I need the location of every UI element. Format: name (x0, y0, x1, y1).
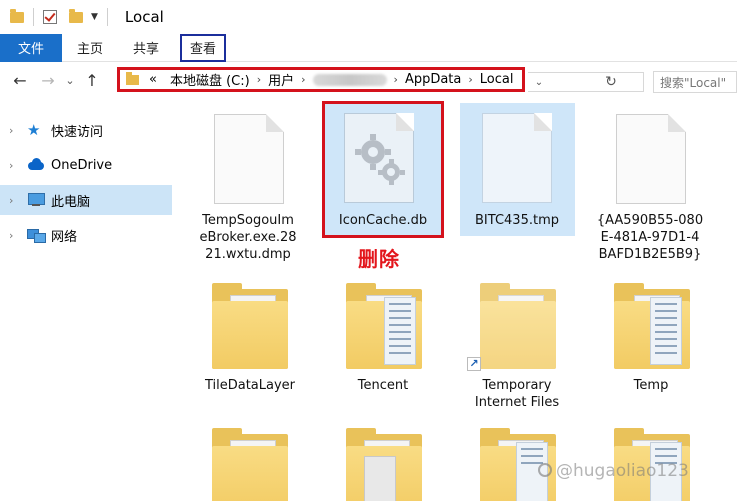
tab-share[interactable]: 共享 (118, 34, 174, 62)
ribbon-tabs: 文件 主页 共享 查看 (0, 33, 737, 62)
nav-item-label: OneDrive (51, 157, 113, 173)
tab-file[interactable]: 文件 (0, 33, 62, 62)
file-icon (482, 113, 552, 203)
gear-icon (355, 134, 405, 185)
breadcrumb-separator-icon[interactable]: › (394, 73, 398, 86)
divider (33, 8, 34, 26)
file-name-line: eBroker.exe.28 (199, 230, 297, 245)
file-icon (214, 114, 284, 204)
nav-item-quick-access[interactable]: › ★ 快速访问 (0, 115, 172, 145)
breadcrumb-appdata[interactable]: AppData (405, 72, 461, 87)
computer-icon (27, 192, 45, 208)
star-icon: ★ (27, 121, 41, 139)
window-title: Local (124, 8, 164, 26)
forward-arrow-icon[interactable]: → (34, 71, 62, 90)
file-name: IconCache.db (323, 212, 443, 229)
tab-home[interactable]: 主页 (62, 34, 118, 62)
folder-icon (126, 71, 139, 85)
address-bar[interactable]: « 本地磁盘 (C:) › 用户 › › AppData › Local (117, 67, 525, 92)
folder-name: TileDataLayer (190, 377, 310, 394)
folder-name-line: Temporary (482, 378, 552, 393)
breadcrumb-separator-icon[interactable]: › (301, 73, 305, 86)
properties-check-icon[interactable] (43, 10, 57, 24)
tab-view[interactable]: 查看 (180, 33, 226, 62)
watermark: @hugaoliao123 (538, 461, 689, 481)
breadcrumb-separator-icon[interactable]: › (257, 73, 261, 86)
file-name-line: BAFD1B2E5B9} (598, 247, 702, 262)
file-name-line: BITC435.tmp (475, 213, 559, 228)
navigation-bar: ← → ⌄ ↑ « 本地磁盘 (C:) › 用户 › › AppData › L… (0, 62, 737, 98)
expand-chevron-icon[interactable]: › (9, 229, 21, 242)
file-name-line: {AA590B55-080 (596, 213, 704, 228)
address-controls: ⌄ ↻ (528, 72, 644, 92)
breadcrumb-drive[interactable]: 本地磁盘 (C:) (170, 70, 250, 89)
quick-access-toolbar: ▼ (0, 8, 117, 26)
watermark-text: @hugaoliao123 (556, 461, 689, 481)
folder-name-line: TileDataLayer (204, 378, 296, 393)
folder-icon (480, 283, 556, 369)
folder-icon[interactable] (346, 428, 422, 501)
nav-item-label: 此电脑 (51, 194, 91, 210)
file-name: {AA590B55-080 E-481A-97D1-4 BAFD1B2E5B9} (590, 212, 710, 263)
nav-item-onedrive[interactable]: › OneDrive (0, 150, 172, 180)
folder-name: Temporary Internet Files (457, 377, 577, 411)
customize-toolbar-arrow-icon[interactable]: ▼ (91, 12, 98, 22)
file-icon (616, 114, 686, 204)
back-arrow-icon[interactable]: ← (6, 71, 34, 90)
folder-icon (614, 283, 690, 369)
address-dropdown-chevron-icon[interactable]: ⌄ (528, 77, 550, 88)
breadcrumb-local[interactable]: Local (480, 72, 514, 87)
folder-name-line: Tencent (357, 378, 409, 393)
nav-item-this-pc[interactable]: › 此电脑 (0, 185, 172, 215)
navigation-pane: › ★ 快速访问 › OneDrive › 此电脑 › 网络 (0, 98, 172, 501)
folder-icon (346, 283, 422, 369)
folder-icon[interactable] (212, 428, 288, 501)
folder-icon (212, 283, 288, 369)
network-icon (27, 227, 46, 243)
shortcut-arrow-icon: ↗ (467, 357, 481, 371)
delete-annotation: 删除 (358, 247, 400, 271)
nav-item-label: 快速访问 (51, 124, 104, 140)
file-name: TempSogouIm eBroker.exe.28 21.wxtu.dmp (188, 212, 308, 263)
file-name-line: E-481A-97D1-4 (600, 230, 700, 245)
file-name-line: TempSogouIm (202, 213, 294, 228)
breadcrumb-separator-icon[interactable]: › (468, 73, 472, 86)
title-bar: ▼ Local (0, 0, 737, 34)
search-input[interactable]: 搜索"Local" (653, 71, 737, 93)
system-file-icon (344, 113, 414, 203)
watermark-logo-icon (538, 463, 552, 477)
up-arrow-icon[interactable]: ↑ (78, 71, 106, 90)
folder-name: Temp (591, 377, 711, 394)
expand-chevron-icon[interactable]: › (9, 159, 21, 172)
folder-name: Tencent (323, 377, 443, 394)
folder-name-line: Internet Files (474, 395, 560, 410)
recent-locations-chevron-icon[interactable]: ⌄ (62, 74, 78, 87)
folder-name-line: Temp (633, 378, 669, 393)
breadcrumb-overflow[interactable]: « (149, 72, 157, 87)
file-name-line: 21.wxtu.dmp (205, 247, 291, 262)
divider (106, 8, 108, 26)
expand-chevron-icon[interactable]: › (9, 194, 21, 207)
file-name: BITC435.tmp (457, 212, 577, 229)
breadcrumb-username-blurred[interactable] (312, 73, 387, 86)
nav-item-label: 网络 (51, 229, 78, 245)
folder-icon (10, 8, 24, 23)
breadcrumb-users[interactable]: 用户 (268, 70, 294, 89)
refresh-icon[interactable]: ↻ (600, 74, 622, 90)
cloud-icon (27, 157, 45, 173)
new-folder-icon[interactable] (69, 8, 83, 23)
expand-chevron-icon[interactable]: › (9, 124, 21, 137)
nav-item-network[interactable]: › 网络 (0, 220, 172, 250)
file-name-line: IconCache.db (338, 213, 428, 228)
